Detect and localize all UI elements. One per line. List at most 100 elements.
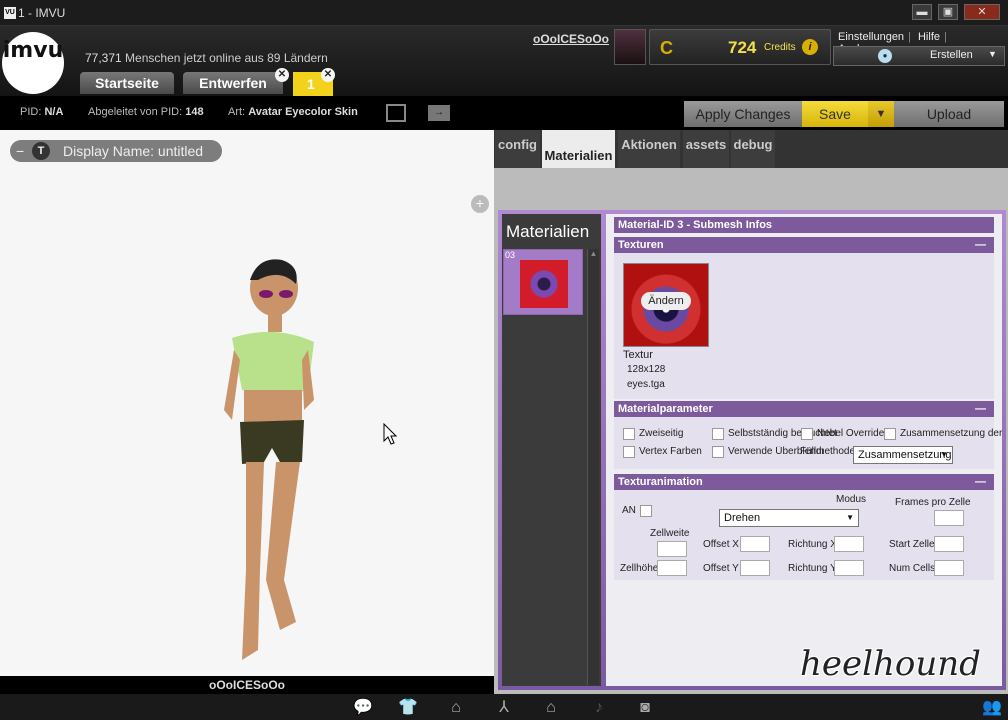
credits-box[interactable]: C 724 Credits i bbox=[649, 29, 831, 65]
credits-label: Credits bbox=[764, 42, 796, 53]
online-status: 77,371 Menschen jetzt online aus 89 Länd… bbox=[85, 51, 328, 65]
anim-mode-select[interactable]: Drehen ▼ bbox=[719, 509, 859, 527]
create-label: Erstellen bbox=[930, 49, 973, 61]
maximize-button[interactable]: ▣ bbox=[938, 4, 958, 20]
imvu-app-icon: VU bbox=[4, 7, 16, 19]
anim-on-label: AN bbox=[622, 505, 636, 516]
direction-y-input[interactable] bbox=[834, 560, 864, 576]
two-sided-checkbox[interactable] bbox=[623, 428, 635, 440]
title-bar: VU 1 - IMVU ▬ ▣ ✕ bbox=[0, 0, 1008, 26]
materials-scrollbar[interactable]: ▲ bbox=[587, 249, 599, 685]
collapse-icon[interactable]: — bbox=[975, 401, 986, 417]
chevron-down-icon: ▼ bbox=[846, 513, 854, 522]
save-options-dropdown[interactable]: ▼ bbox=[868, 101, 894, 127]
avatar-leg-left bbox=[242, 462, 264, 660]
self-illuminated-checkbox[interactable] bbox=[712, 428, 724, 440]
close-button[interactable]: ✕ bbox=[964, 4, 1000, 20]
pose-icon[interactable]: ⅄ bbox=[494, 699, 514, 717]
fog-override-checkbox[interactable] bbox=[801, 428, 813, 440]
offset-y-label: Offset Y bbox=[703, 563, 739, 574]
avatar[interactable] bbox=[614, 29, 646, 65]
avatar-arm-right bbox=[302, 350, 314, 410]
offset-x-input[interactable] bbox=[740, 536, 770, 552]
cell-height-label: Zellhöhe bbox=[620, 563, 659, 574]
cell-height-input[interactable] bbox=[657, 560, 687, 576]
avatar-eye-right bbox=[279, 290, 293, 298]
chat-icon[interactable]: 💬 bbox=[353, 699, 373, 717]
params-section-header[interactable]: Materialparameter — bbox=[614, 401, 994, 417]
username-link[interactable]: oOoICESoOo bbox=[533, 32, 609, 46]
avatar-belly bbox=[244, 390, 302, 424]
text-tool-icon: T bbox=[32, 142, 50, 160]
online-count: 77,371 bbox=[85, 51, 122, 65]
home-icon[interactable]: ⌂ bbox=[541, 699, 561, 717]
close-tab-icon[interactable]: ✕ bbox=[321, 68, 335, 82]
upload-button[interactable]: Upload bbox=[894, 101, 1004, 127]
collapse-icon[interactable]: — bbox=[975, 237, 986, 253]
close-tab-icon[interactable]: ✕ bbox=[275, 68, 289, 82]
avatar-arm-left bbox=[224, 350, 240, 420]
avatar-leg-right bbox=[266, 462, 300, 630]
num-cells-input[interactable] bbox=[934, 560, 964, 576]
collapse-icon[interactable]: — bbox=[975, 474, 986, 490]
anim-section-header[interactable]: Texturanimation — bbox=[614, 474, 994, 490]
people-icon[interactable]: 👥 bbox=[982, 699, 1002, 717]
product-type-info: Art: Avatar Eyecolor Skin bbox=[228, 106, 358, 118]
apply-changes-button[interactable]: Apply Changes bbox=[684, 101, 802, 127]
two-sided-label: Zweiseitig bbox=[639, 428, 684, 439]
info-icon[interactable]: i bbox=[802, 39, 818, 55]
avatar-eye-left bbox=[259, 290, 273, 298]
credits-amount: 724 bbox=[728, 38, 757, 57]
viewer-footer-username: oOoICESoOo bbox=[0, 676, 494, 694]
vertex-colors-label: Vertex Farben bbox=[639, 446, 702, 457]
textures-section-header[interactable]: Texturen — bbox=[614, 237, 994, 253]
folder-icon[interactable]: → bbox=[428, 105, 450, 121]
tab-assets[interactable]: assets bbox=[683, 130, 729, 168]
frames-per-cell-input[interactable] bbox=[934, 510, 964, 526]
material-thumbnail bbox=[520, 260, 568, 308]
tab-startseite[interactable]: Startseite bbox=[80, 72, 174, 94]
watermark-logo: heelhound bbox=[800, 644, 981, 684]
display-name-pill[interactable]: − T Display Name: untitled bbox=[10, 140, 222, 162]
settings-link[interactable]: Einstellungen bbox=[838, 31, 904, 43]
texture-size: 128x128 bbox=[627, 364, 666, 375]
display-name-label: Display Name: untitled bbox=[63, 143, 204, 159]
shirt-icon[interactable]: 👕 bbox=[398, 699, 418, 717]
help-link[interactable]: Hilfe bbox=[918, 31, 940, 43]
windows-icon[interactable] bbox=[386, 104, 406, 122]
create-dropdown[interactable]: ● Erstellen ▼ bbox=[833, 46, 1005, 66]
composition-checkbox[interactable] bbox=[884, 428, 896, 440]
offset-x-label: Offset X bbox=[703, 539, 739, 550]
tab-aktionen[interactable]: Aktionen bbox=[618, 130, 680, 168]
online-text: Menschen jetzt online aus 89 Ländern bbox=[125, 51, 328, 65]
tab-entwerfen[interactable]: Entwerfen bbox=[183, 72, 283, 94]
add-icon[interactable]: + bbox=[471, 195, 489, 213]
blend-mode-select[interactable]: Zusammensetzung ▼ bbox=[853, 446, 953, 464]
chevron-down-icon: ▼ bbox=[940, 450, 948, 459]
camera-icon[interactable]: ◙ bbox=[635, 699, 655, 717]
direction-x-input[interactable] bbox=[834, 536, 864, 552]
fog-override-label: Nebel Override bbox=[817, 428, 885, 439]
tab-materialien[interactable]: Materialien bbox=[542, 130, 615, 168]
material-item[interactable]: 03 bbox=[503, 249, 583, 315]
cell-width-input[interactable] bbox=[657, 541, 687, 557]
minimize-button[interactable]: ▬ bbox=[912, 4, 932, 20]
start-cell-input[interactable] bbox=[934, 536, 964, 552]
change-texture-button[interactable]: Ändern bbox=[641, 292, 691, 310]
materials-title: Materialien bbox=[506, 222, 590, 241]
vertex-colors-checkbox[interactable] bbox=[623, 446, 635, 458]
collapse-icon[interactable]: − bbox=[16, 140, 24, 162]
music-icon[interactable]: ♪ bbox=[589, 699, 609, 717]
start-cell-label: Start Zelle bbox=[889, 539, 935, 550]
offset-y-input[interactable] bbox=[740, 560, 770, 576]
tab-config[interactable]: config bbox=[495, 130, 540, 168]
anim-on-checkbox[interactable] bbox=[640, 505, 652, 517]
hanger-icon[interactable]: ⌂ bbox=[446, 699, 466, 717]
use-blend-checkbox[interactable] bbox=[712, 446, 724, 458]
num-cells-label: Num Cells bbox=[889, 563, 936, 574]
pid-info: PID: N/A bbox=[20, 106, 64, 118]
imvu-logo[interactable]: imvu bbox=[2, 32, 64, 94]
tab-debug[interactable]: debug bbox=[731, 130, 775, 168]
avatar-neck bbox=[268, 312, 282, 332]
save-button[interactable]: Save bbox=[802, 101, 868, 127]
